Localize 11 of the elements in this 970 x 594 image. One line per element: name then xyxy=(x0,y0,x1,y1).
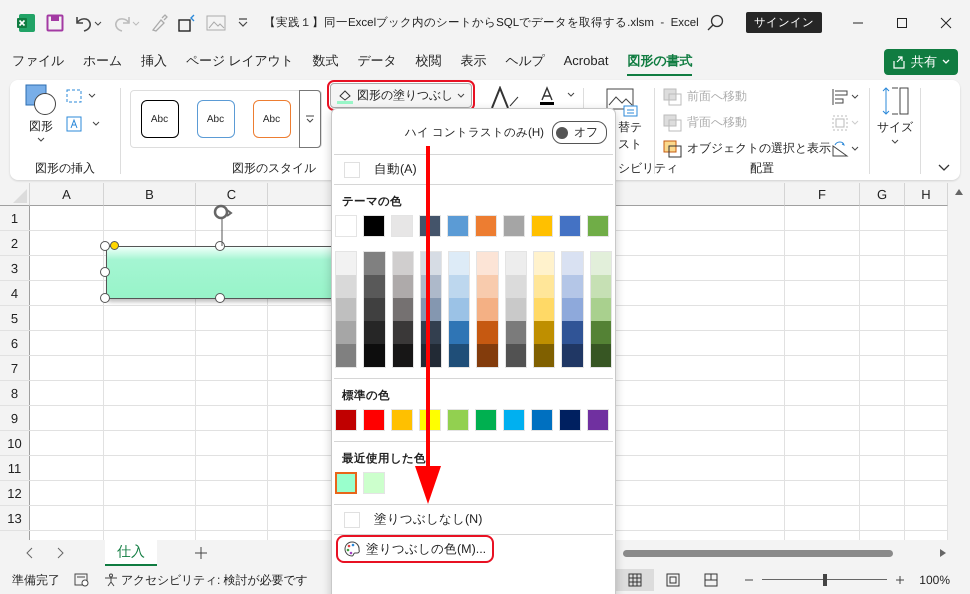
status-text: 準備完了 xyxy=(12,572,60,588)
group-label: 図形の挿入 xyxy=(35,160,95,177)
high-contrast-label: ハイ コントラストのみ(H) xyxy=(404,126,544,140)
group-label: 図形のスタイル xyxy=(232,160,316,177)
section-heading: 最近使用した色 xyxy=(342,451,426,466)
alt-text-label: 替テ スト xyxy=(617,119,642,153)
section-heading: 標準の色 xyxy=(342,388,390,403)
section-heading: テーマの色 xyxy=(342,194,402,209)
window-title: 【実践１】同一Excelブック内のシートからSQLでデータを取得する.xlsm - Excel xyxy=(264,15,699,30)
group-label: 配置 xyxy=(750,160,774,177)
group-label: シビリティ xyxy=(618,160,678,177)
